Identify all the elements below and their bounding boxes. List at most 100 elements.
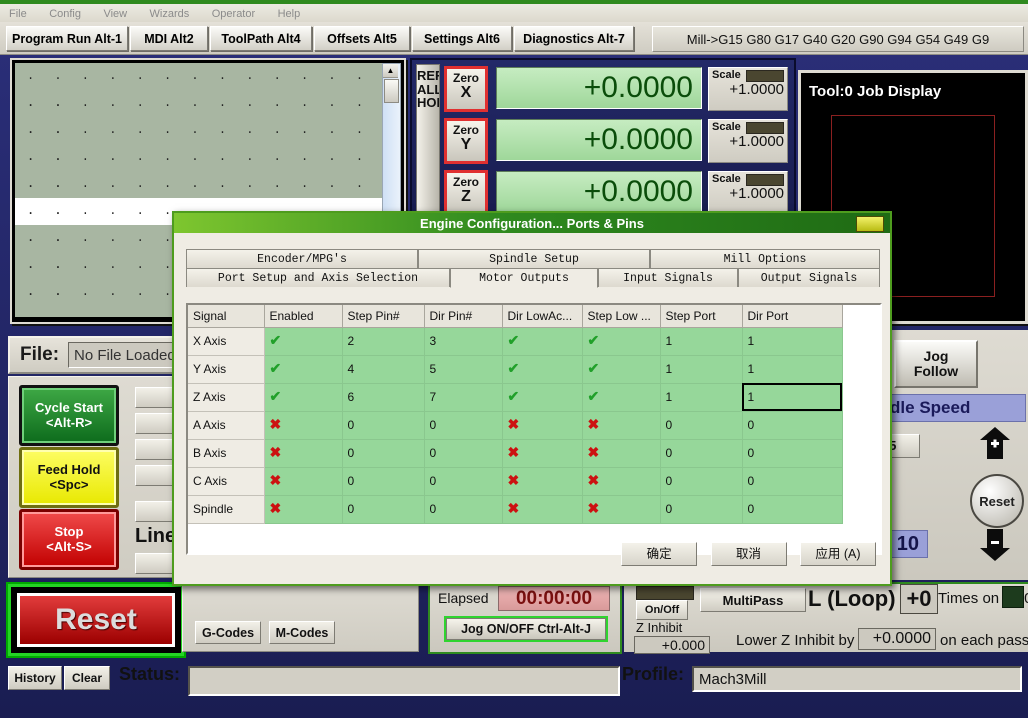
cell-dir-pin[interactable]: 0 bbox=[424, 467, 502, 495]
tab-offsets[interactable]: Offsets Alt5 bbox=[314, 26, 410, 51]
cell-dir-pin[interactable]: 5 bbox=[424, 355, 502, 383]
menu-item-help[interactable]: Help bbox=[269, 6, 310, 20]
cell-dir-lowactive[interactable]: ✖ bbox=[502, 411, 582, 439]
decrease-arrow-icon[interactable] bbox=[974, 528, 1016, 562]
cell-enabled[interactable]: ✔ bbox=[264, 327, 342, 355]
cell-dir-lowactive[interactable]: ✖ bbox=[502, 467, 582, 495]
zero-x-button[interactable]: Zero X bbox=[444, 66, 488, 112]
menu-item-view[interactable]: View bbox=[94, 6, 136, 20]
lower-z-inhibit-value[interactable]: +0.0000 bbox=[858, 628, 936, 650]
cell-dir-pin[interactable]: 3 bbox=[424, 327, 502, 355]
spindle-reset-button[interactable]: Reset bbox=[970, 474, 1024, 528]
tab-output-signals[interactable]: Output Signals bbox=[738, 268, 880, 287]
cell-dir-port[interactable]: 1 bbox=[742, 327, 842, 355]
cell-enabled[interactable]: ✖ bbox=[264, 467, 342, 495]
cell-step-pin[interactable]: 0 bbox=[342, 411, 424, 439]
g-codes-button[interactable]: G-Codes bbox=[195, 621, 261, 644]
jog-onoff-button[interactable]: Jog ON/OFF Ctrl-Alt-J bbox=[446, 618, 606, 640]
cell-step-pin[interactable]: 6 bbox=[342, 383, 424, 411]
cycle-start-button[interactable]: Cycle Start <Alt-R> bbox=[19, 385, 119, 446]
cell-dir-port[interactable]: 1 bbox=[742, 383, 842, 411]
scale-value-x[interactable]: +1.0000 bbox=[709, 81, 787, 98]
dro-value-x[interactable]: +0.0000 bbox=[496, 67, 702, 109]
tab-mill-options[interactable]: Mill Options bbox=[650, 249, 880, 268]
column-header-dir-port[interactable]: Dir Port bbox=[742, 305, 842, 327]
cell-step-pin[interactable]: 0 bbox=[342, 439, 424, 467]
cell-enabled[interactable]: ✔ bbox=[264, 383, 342, 411]
cell-enabled[interactable]: ✖ bbox=[264, 439, 342, 467]
table-row[interactable]: Spindle✖00✖✖00 bbox=[188, 495, 842, 523]
cell-step-lowactive[interactable]: ✖ bbox=[582, 495, 660, 523]
tab-input-signals[interactable]: Input Signals bbox=[598, 268, 738, 287]
tab-settings[interactable]: Settings Alt6 bbox=[412, 26, 512, 51]
cell-step-pin[interactable]: 2 bbox=[342, 327, 424, 355]
tab-spindle-setup[interactable]: Spindle Setup bbox=[418, 249, 650, 268]
cell-step-pin[interactable]: 0 bbox=[342, 495, 424, 523]
menu-item-wizards[interactable]: Wizards bbox=[141, 6, 199, 20]
ok-button[interactable]: 确定 bbox=[621, 542, 697, 566]
table-row[interactable]: B Axis✖00✖✖00 bbox=[188, 439, 842, 467]
cell-step-pin[interactable]: 4 bbox=[342, 355, 424, 383]
zero-y-button[interactable]: Zero Y bbox=[444, 118, 488, 164]
table-row[interactable]: X Axis✔23✔✔11 bbox=[188, 327, 842, 355]
motor-outputs-table[interactable]: SignalEnabledStep Pin#Dir Pin#Dir LowAc.… bbox=[188, 305, 843, 524]
cell-step-port[interactable]: 0 bbox=[660, 467, 742, 495]
cell-step-pin[interactable]: 0 bbox=[342, 467, 424, 495]
cell-step-lowactive[interactable]: ✔ bbox=[582, 355, 660, 383]
tab-mdi[interactable]: MDI Alt2 bbox=[130, 26, 208, 51]
cell-dir-pin[interactable]: 7 bbox=[424, 383, 502, 411]
menu-item-config[interactable]: Config bbox=[40, 6, 90, 20]
scale-value-z[interactable]: +1.0000 bbox=[709, 185, 787, 202]
dialog-title-bar[interactable]: Engine Configuration... Ports & Pins bbox=[174, 213, 890, 233]
increase-arrow-icon[interactable] bbox=[974, 426, 1016, 460]
cell-dir-lowactive[interactable]: ✖ bbox=[502, 439, 582, 467]
cell-step-lowactive[interactable]: ✖ bbox=[582, 467, 660, 495]
cell-step-lowactive[interactable]: ✖ bbox=[582, 411, 660, 439]
multipass-button[interactable]: MultiPass bbox=[700, 588, 806, 612]
list-item[interactable]: . . . . . . . . . . . . . . . bbox=[15, 90, 385, 117]
cell-enabled[interactable]: ✔ bbox=[264, 355, 342, 383]
profile-field[interactable]: Mach3Mill bbox=[692, 666, 1022, 692]
loop-count-value[interactable]: +0 bbox=[900, 584, 938, 614]
cell-dir-lowactive[interactable]: ✖ bbox=[502, 495, 582, 523]
column-header-enabled[interactable]: Enabled bbox=[264, 305, 342, 327]
column-header-step-pin[interactable]: Step Pin# bbox=[342, 305, 424, 327]
column-header-dir-lowac[interactable]: Dir LowAc... bbox=[502, 305, 582, 327]
cell-step-port[interactable]: 0 bbox=[660, 411, 742, 439]
reset-button[interactable]: Reset bbox=[17, 593, 175, 647]
cell-step-port[interactable]: 0 bbox=[660, 495, 742, 523]
column-header-dir-pin[interactable]: Dir Pin# bbox=[424, 305, 502, 327]
scale-value-y[interactable]: +1.0000 bbox=[709, 133, 787, 150]
tab-port-setup-axis-selection[interactable]: Port Setup and Axis Selection bbox=[186, 268, 450, 287]
history-button[interactable]: History bbox=[8, 666, 62, 690]
cell-step-lowactive[interactable]: ✖ bbox=[582, 439, 660, 467]
tab-program-run[interactable]: Program Run Alt-1 bbox=[6, 26, 128, 51]
cell-dir-port[interactable]: 0 bbox=[742, 495, 842, 523]
scroll-up-icon[interactable]: ▲ bbox=[383, 64, 398, 78]
menu-item-file[interactable]: File bbox=[0, 6, 36, 20]
cell-step-port[interactable]: 1 bbox=[660, 327, 742, 355]
list-item[interactable]: . . . . . . . . . . . . . . . bbox=[15, 63, 385, 90]
apply-button[interactable]: 应用 (A) bbox=[800, 542, 876, 566]
jog-follow-button[interactable]: Jog Follow bbox=[894, 340, 978, 388]
cell-dir-port[interactable]: 1 bbox=[742, 355, 842, 383]
m-codes-button[interactable]: M-Codes bbox=[269, 621, 335, 644]
list-item[interactable]: . . . . . . . . . . . . . . . bbox=[15, 171, 385, 198]
cell-step-port[interactable]: 1 bbox=[660, 355, 742, 383]
feed-hold-button[interactable]: Feed Hold <Spc> bbox=[19, 447, 119, 508]
tab-motor-outputs[interactable]: Motor Outputs bbox=[450, 268, 598, 288]
tab-encoder-mpg[interactable]: Encoder/MPG's bbox=[186, 249, 418, 268]
status-field[interactable] bbox=[188, 666, 620, 696]
clear-button[interactable]: Clear bbox=[64, 666, 110, 690]
cell-dir-port[interactable]: 0 bbox=[742, 439, 842, 467]
stop-button[interactable]: Stop <Alt-S> bbox=[19, 509, 119, 570]
cell-enabled[interactable]: ✖ bbox=[264, 495, 342, 523]
minimize-icon[interactable] bbox=[856, 216, 884, 232]
column-header-step-low[interactable]: Step Low ... bbox=[582, 305, 660, 327]
cell-dir-pin[interactable]: 0 bbox=[424, 439, 502, 467]
table-row[interactable]: A Axis✖00✖✖00 bbox=[188, 411, 842, 439]
tab-toolpath[interactable]: ToolPath Alt4 bbox=[210, 26, 312, 51]
cell-dir-pin[interactable]: 0 bbox=[424, 495, 502, 523]
dro-value-y[interactable]: +0.0000 bbox=[496, 119, 702, 161]
table-row[interactable]: Y Axis✔45✔✔11 bbox=[188, 355, 842, 383]
